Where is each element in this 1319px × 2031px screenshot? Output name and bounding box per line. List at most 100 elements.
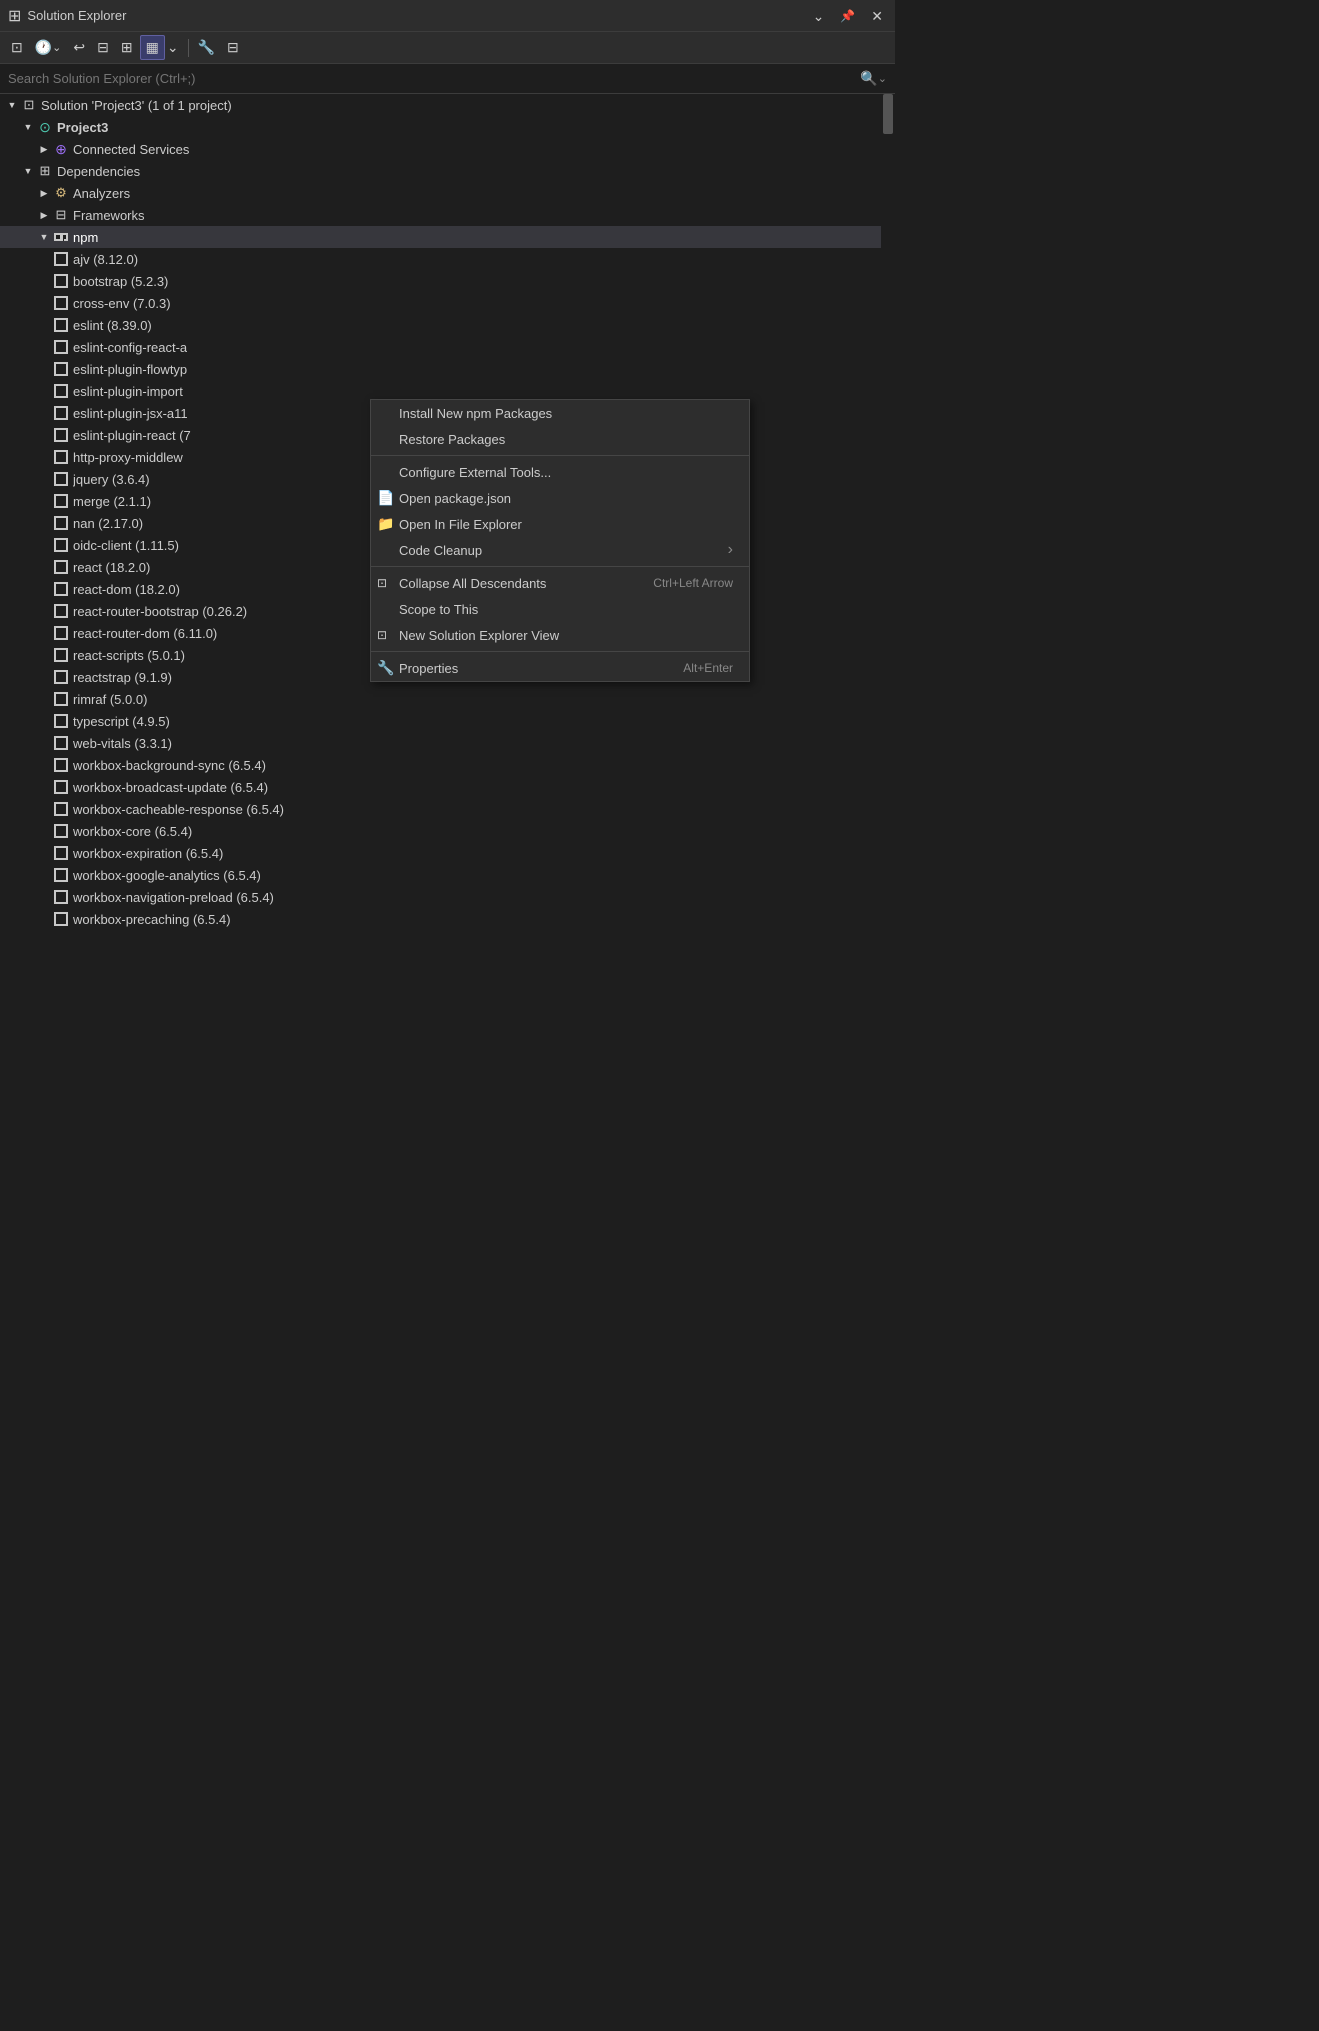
ctx-package-json-icon: 📄 — [377, 490, 394, 507]
scrollbar-thumb[interactable] — [883, 94, 893, 134]
ctx-open-package-json[interactable]: 📄 Open package.json — [371, 485, 749, 511]
package-label: typescript (4.9.5) — [73, 714, 170, 729]
ctx-separator-3 — [371, 651, 749, 652]
package-icon — [52, 602, 70, 620]
package-row[interactable]: web-vitals (3.3.1) — [0, 732, 895, 754]
package-icon — [52, 800, 70, 818]
toolbar: ⊡ 🕐⌄ ↩ ⊟ ⊞ ▦ ⌄ 🔧 ⊟ — [0, 32, 895, 64]
package-row[interactable]: workbox-broadcast-update (6.5.4) — [0, 776, 895, 798]
package-icon — [52, 756, 70, 774]
package-row[interactable]: bootstrap (5.2.3) — [0, 270, 895, 292]
package-row[interactable]: workbox-background-sync (6.5.4) — [0, 754, 895, 776]
package-icon — [52, 668, 70, 686]
npm-row[interactable]: npm — [0, 226, 895, 248]
package-row[interactable]: workbox-core (6.5.4) — [0, 820, 895, 842]
package-label: workbox-cacheable-response (6.5.4) — [73, 802, 284, 817]
package-row[interactable]: eslint (8.39.0) — [0, 314, 895, 336]
analyzers-expand-icon — [36, 185, 52, 201]
package-icon — [52, 492, 70, 510]
search-dropdown-icon[interactable]: ⌄ — [878, 72, 887, 85]
package-icon — [52, 822, 70, 840]
package-label: reactstrap (9.1.9) — [73, 670, 172, 685]
package-icon — [52, 844, 70, 862]
collapse-all-button[interactable]: ⊡ — [6, 36, 28, 59]
package-label: eslint (8.39.0) — [73, 318, 152, 333]
package-label: react (18.2.0) — [73, 560, 150, 575]
package-row[interactable]: eslint-config-react-a — [0, 336, 895, 358]
pending-changes-button[interactable]: 🕐⌄ — [30, 36, 67, 59]
scrollbar[interactable] — [881, 94, 895, 930]
back-button[interactable]: ↩ — [68, 36, 90, 59]
ctx-code-cleanup[interactable]: Code Cleanup — [371, 537, 749, 563]
preview-button[interactable]: ⊟ — [222, 36, 244, 59]
package-icon — [52, 910, 70, 928]
frameworks-label: Frameworks — [73, 208, 145, 223]
tree-container: ⊡ Solution 'Project3' (1 of 1 project) ⊙… — [0, 94, 895, 930]
ctx-configure-tools[interactable]: Configure External Tools... — [371, 459, 749, 485]
package-label: workbox-google-analytics (6.5.4) — [73, 868, 261, 883]
npm-label: npm — [73, 230, 98, 245]
package-row[interactable]: workbox-navigation-preload (6.5.4) — [0, 886, 895, 908]
connected-services-label: Connected Services — [73, 142, 189, 157]
ctx-restore-packages[interactable]: Restore Packages — [371, 426, 749, 452]
forward-button[interactable]: ⊟ — [92, 36, 114, 59]
dependencies-label: Dependencies — [57, 164, 140, 179]
package-label: react-router-dom (6.11.0) — [73, 626, 217, 641]
package-label: ajv (8.12.0) — [73, 252, 138, 267]
analyzers-row[interactable]: ⚙ Analyzers — [0, 182, 895, 204]
ctx-properties[interactable]: 🔧 Properties Alt+Enter — [371, 655, 749, 681]
close-button[interactable]: ✕ — [867, 7, 887, 25]
dependencies-row[interactable]: ⊞ Dependencies — [0, 160, 895, 182]
dropdown-button[interactable]: ⌄ — [809, 7, 829, 25]
ctx-collapse-all[interactable]: ⊡ Collapse All Descendants Ctrl+Left Arr… — [371, 570, 749, 596]
title-bar-left: ⊞ Solution Explorer — [8, 6, 126, 26]
package-icon — [52, 536, 70, 554]
package-row[interactable]: workbox-google-analytics (6.5.4) — [0, 864, 895, 886]
package-row[interactable]: workbox-precaching (6.5.4) — [0, 908, 895, 930]
frameworks-row[interactable]: ⊟ Frameworks — [0, 204, 895, 226]
package-label: eslint-config-react-a — [73, 340, 187, 355]
package-row[interactable]: workbox-cacheable-response (6.5.4) — [0, 798, 895, 820]
ctx-collapse-shortcut: Ctrl+Left Arrow — [653, 576, 733, 590]
package-row[interactable]: cross-env (7.0.3) — [0, 292, 895, 314]
package-icon — [52, 624, 70, 642]
package-icon — [52, 360, 70, 378]
package-label: rimraf (5.0.0) — [73, 692, 147, 707]
package-label: merge (2.1.1) — [73, 494, 151, 509]
solution-row[interactable]: ⊡ Solution 'Project3' (1 of 1 project) — [0, 94, 895, 116]
package-label: eslint-plugin-import — [73, 384, 183, 399]
package-row[interactable]: ajv (8.12.0) — [0, 248, 895, 270]
search-icon[interactable]: 🔍 — [860, 70, 877, 87]
package-icon — [52, 690, 70, 708]
ctx-install-npm[interactable]: Install New npm Packages — [371, 400, 749, 426]
search-input[interactable] — [8, 71, 860, 86]
ctx-scope-to-this-label: Scope to This — [399, 602, 478, 617]
package-label: eslint-plugin-react (7 — [73, 428, 191, 443]
filter-dropdown-button[interactable]: ⌄ — [167, 36, 184, 59]
search-bar: 🔍 ⌄ — [0, 64, 895, 94]
package-icon — [52, 294, 70, 312]
project-row[interactable]: ⊙ Project3 — [0, 116, 895, 138]
show-all-files-button[interactable]: ⊞ — [116, 36, 138, 59]
package-icon — [52, 646, 70, 664]
ctx-properties-shortcut: Alt+Enter — [683, 661, 733, 675]
connected-services-row[interactable]: ⊕ Connected Services — [0, 138, 895, 160]
filter-button[interactable]: ▦ — [140, 35, 165, 60]
package-row[interactable]: rimraf (5.0.0) — [0, 688, 895, 710]
ctx-open-file-explorer[interactable]: 📁 Open In File Explorer — [371, 511, 749, 537]
npm-expand-icon — [36, 229, 52, 245]
settings-button[interactable]: 🔧 — [193, 36, 220, 59]
package-icon — [52, 866, 70, 884]
ctx-new-solution-view[interactable]: ⊡ New Solution Explorer View — [371, 622, 749, 648]
connected-services-icon: ⊕ — [52, 140, 70, 158]
package-row[interactable]: typescript (4.9.5) — [0, 710, 895, 732]
package-icon — [52, 250, 70, 268]
package-row[interactable]: eslint-plugin-flowtyp — [0, 358, 895, 380]
project-expand-icon — [20, 119, 36, 135]
pin-button[interactable]: 📌 — [836, 8, 859, 24]
context-menu: Install New npm Packages Restore Package… — [370, 399, 750, 682]
ctx-scope-to-this[interactable]: Scope to This — [371, 596, 749, 622]
ctx-new-solution-view-label: New Solution Explorer View — [399, 628, 559, 643]
project-icon: ⊙ — [36, 118, 54, 136]
package-row[interactable]: workbox-expiration (6.5.4) — [0, 842, 895, 864]
